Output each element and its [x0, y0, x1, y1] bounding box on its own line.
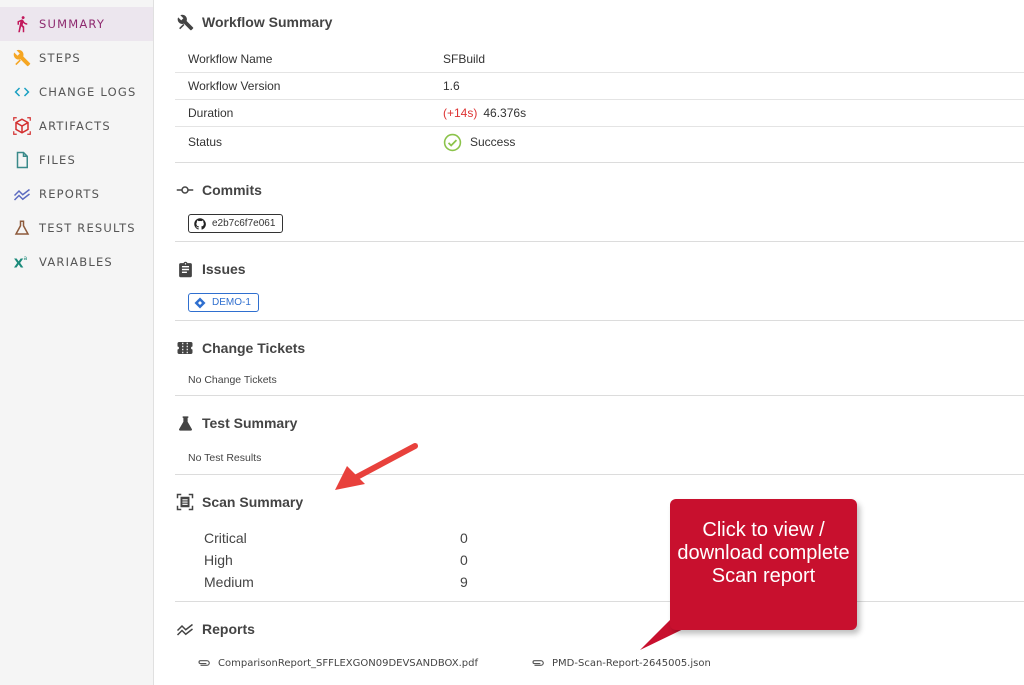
svg-text:a: a — [24, 255, 28, 262]
section-title-text: Workflow Summary — [202, 14, 333, 30]
sidebar-item-label: CHANGE LOGS — [39, 85, 137, 99]
sidebar-item-variables[interactable]: Xa VARIABLES — [0, 245, 153, 279]
empty-test-results: No Test Results — [188, 452, 262, 464]
change-tickets-heading: Change Tickets — [175, 338, 305, 358]
divider — [175, 474, 1024, 475]
sidebar-item-label: STEPS — [39, 51, 81, 65]
summary-value: SFBuild — [443, 52, 486, 66]
duration-value: 46.376s — [483, 106, 527, 120]
sidebar-item-files[interactable]: FILES — [0, 143, 153, 177]
divider — [175, 395, 1024, 396]
sidebar-item-label: ARTIFACTS — [39, 119, 111, 133]
scan-row-medium: Medium 9 — [204, 574, 484, 590]
paperclip-icon — [197, 657, 211, 669]
divider — [175, 320, 1024, 321]
sidebar-item-label: SUMMARY — [39, 17, 106, 31]
scan-icon — [175, 492, 195, 512]
sidebar-item-reports[interactable]: REPORTS — [0, 177, 153, 211]
sidebar-item-label: REPORTS — [39, 187, 101, 201]
callout-annotation: Click to view / download complete Scan r… — [670, 499, 857, 630]
sidebar-item-label: FILES — [39, 153, 76, 167]
code-icon — [12, 82, 32, 102]
scan-count: 9 — [460, 574, 468, 590]
empty-change-tickets: No Change Tickets — [188, 374, 277, 386]
artifact-icon — [12, 116, 32, 136]
report-link-pmd-scan[interactable]: PMD-Scan-Report-2645005.json — [531, 657, 711, 669]
status-text: Success — [470, 135, 516, 149]
paperclip-icon — [531, 657, 545, 669]
scan-count: 0 — [460, 530, 468, 546]
issue-chip[interactable]: DEMO-1 — [188, 293, 259, 312]
reports-heading: Reports — [175, 619, 255, 639]
issue-key: DEMO-1 — [212, 297, 251, 308]
summary-key: Workflow Version — [188, 79, 281, 93]
section-title-text: Scan Summary — [202, 494, 304, 510]
chart-line-icon — [175, 619, 195, 639]
section-title-text: Issues — [202, 261, 246, 277]
divider — [175, 601, 1024, 602]
summary-row: Workflow Name SFBuild — [175, 46, 1024, 73]
commit-hash: e2b7c6f7e061 — [212, 218, 276, 229]
summary-row: Duration (+14s) 46.376s — [175, 100, 1024, 127]
main-content: Workflow Summary Workflow Name SFBuild W… — [155, 0, 1024, 685]
sidebar-item-label: VARIABLES — [39, 255, 113, 269]
scan-count: 0 — [460, 552, 468, 568]
section-title-text: Test Summary — [202, 415, 298, 431]
scan-row-critical: Critical 0 — [204, 530, 484, 546]
commits-heading: Commits — [175, 180, 262, 200]
flask-icon — [12, 218, 32, 238]
sidebar-item-label: TEST RESULTS — [39, 221, 136, 235]
commit-icon — [175, 180, 195, 200]
summary-value: 1.6 — [443, 79, 460, 93]
section-title-text: Reports — [202, 621, 255, 637]
section-title-text: Change Tickets — [202, 340, 306, 356]
sidebar-item-artifacts[interactable]: ARTIFACTS — [0, 109, 153, 143]
sidebar-item-test-results[interactable]: TEST RESULTS — [0, 211, 153, 245]
sidebar-item-steps[interactable]: STEPS — [0, 41, 153, 75]
sidebar-item-change-logs[interactable]: CHANGE LOGS — [0, 75, 153, 109]
tools-icon — [175, 12, 195, 32]
divider — [175, 241, 1024, 242]
duration-delta: (+14s) — [443, 106, 478, 120]
scan-row-high: High 0 — [204, 552, 484, 568]
scan-label: Critical — [204, 530, 247, 546]
test-summary-heading: Test Summary — [175, 413, 297, 433]
file-icon — [12, 150, 32, 170]
clipboard-icon — [175, 259, 195, 279]
sidebar: SUMMARY STEPS CHANGE LOGS ARTIFACTS FILE… — [0, 0, 154, 685]
summary-key: Status — [188, 135, 223, 149]
summary-row: Workflow Version 1.6 — [175, 73, 1024, 100]
workflow-summary-heading: Workflow Summary — [175, 12, 332, 32]
jira-icon — [194, 297, 206, 309]
report-filename: ComparisonReport_SFFLEXGON09DEVSANDBOX.p… — [218, 657, 479, 669]
check-circle-icon — [443, 133, 462, 152]
tools-icon — [12, 48, 32, 68]
summary-value-group: (+14s) 46.376s — [443, 106, 526, 120]
report-filename: PMD-Scan-Report-2645005.json — [552, 657, 711, 669]
summary-key: Workflow Name — [188, 52, 273, 66]
summary-key: Duration — [188, 106, 234, 120]
github-icon — [194, 217, 206, 230]
section-title-text: Commits — [202, 182, 262, 198]
status-value-group: Success — [443, 133, 515, 152]
issues-heading: Issues — [175, 259, 246, 279]
ticket-icon — [175, 338, 195, 358]
variable-icon: Xa — [12, 252, 32, 272]
chart-line-icon — [12, 184, 32, 204]
scan-label: Medium — [204, 574, 254, 590]
flask-icon — [175, 413, 195, 433]
scan-summary-heading: Scan Summary — [175, 492, 303, 512]
annotation-arrow-icon — [335, 443, 418, 490]
scan-label: High — [204, 552, 233, 568]
report-link-comparison[interactable]: ComparisonReport_SFFLEXGON09DEVSANDBOX.p… — [197, 657, 478, 669]
divider — [175, 162, 1024, 163]
svg-text:X: X — [14, 256, 24, 271]
sidebar-item-summary[interactable]: SUMMARY — [0, 7, 153, 41]
run-icon — [12, 14, 32, 34]
summary-row: Status Success — [175, 127, 1024, 157]
commit-chip[interactable]: e2b7c6f7e061 — [188, 214, 284, 233]
